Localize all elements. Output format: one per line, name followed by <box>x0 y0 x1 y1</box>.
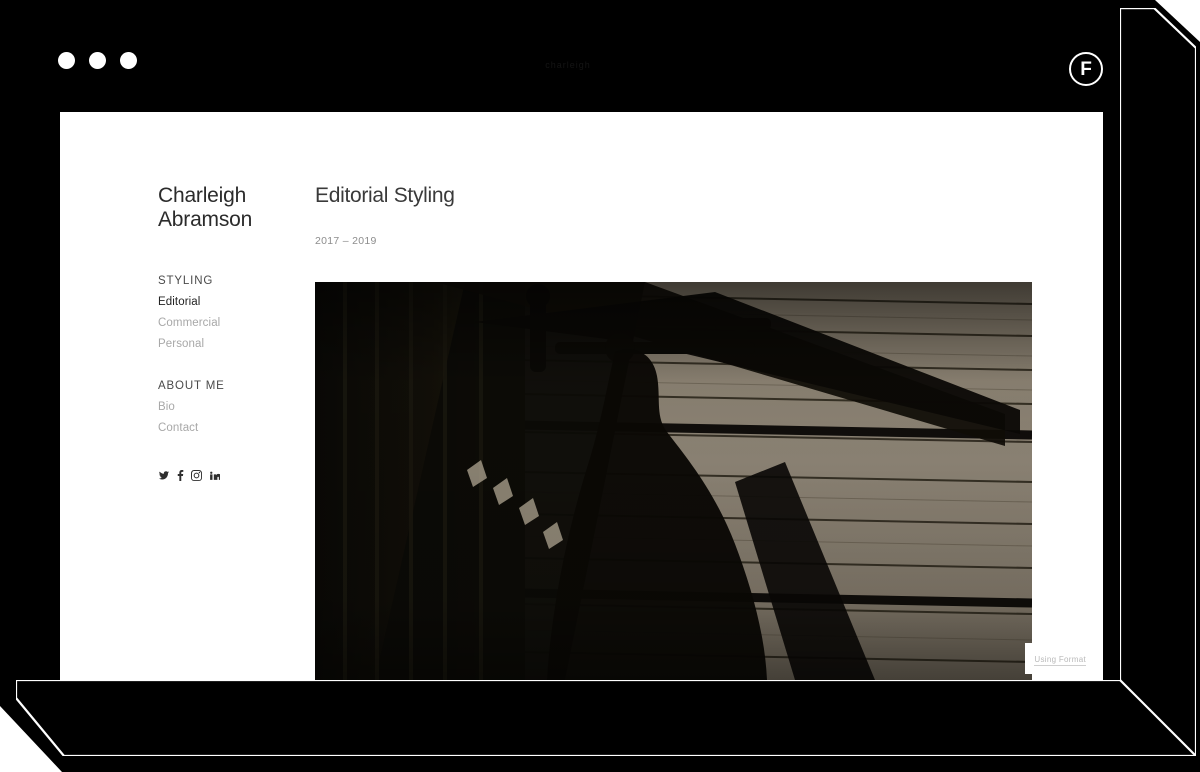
sidebar: Charleigh Abramson STYLING Editorial Com… <box>158 184 298 482</box>
instagram-icon[interactable] <box>191 470 202 482</box>
window-title: charleigh <box>545 60 591 70</box>
browser-window: charleigh F Charleigh Abramson STYLING E… <box>16 8 1120 680</box>
twitter-icon[interactable] <box>158 470 170 481</box>
project-photo[interactable] <box>315 282 1032 680</box>
social-links <box>158 470 298 482</box>
sidebar-item-commercial[interactable]: Commercial <box>158 317 298 329</box>
using-format-badge[interactable]: Using Format <box>1025 643 1095 674</box>
facebook-icon[interactable] <box>177 470 184 482</box>
format-logo-icon[interactable]: F <box>1069 52 1103 86</box>
site-title[interactable]: Charleigh Abramson <box>158 184 298 231</box>
nav-group-styling: STYLING Editorial Commercial Personal <box>158 275 298 350</box>
page-content: Charleigh Abramson STYLING Editorial Com… <box>60 112 1103 680</box>
project-dates: 2017 – 2019 <box>315 235 377 247</box>
nav-heading-styling: STYLING <box>158 275 214 288</box>
screen-root: charleigh F Charleigh Abramson STYLING E… <box>0 0 1200 772</box>
linkedin-icon[interactable] <box>209 470 220 481</box>
photo-artwork <box>315 282 1032 680</box>
sidebar-item-personal[interactable]: Personal <box>158 338 298 350</box>
sidebar-item-editorial[interactable]: Editorial <box>158 296 298 308</box>
browser-titlebar: charleigh F <box>16 8 1120 112</box>
main-column: Editorial Styling 2017 – 2019 <box>315 184 1103 247</box>
using-format-label: Using Format <box>1034 655 1086 666</box>
sidebar-item-bio[interactable]: Bio <box>158 401 298 413</box>
page-title: Editorial Styling <box>315 184 455 207</box>
site-title-line-2: Abramson <box>158 207 253 231</box>
nav-group-about-me: ABOUT ME Bio Contact <box>158 380 298 434</box>
nav-heading-about-me: ABOUT ME <box>158 380 225 393</box>
sidebar-item-contact[interactable]: Contact <box>158 422 298 434</box>
site-title-line-1: Charleigh <box>158 184 247 207</box>
